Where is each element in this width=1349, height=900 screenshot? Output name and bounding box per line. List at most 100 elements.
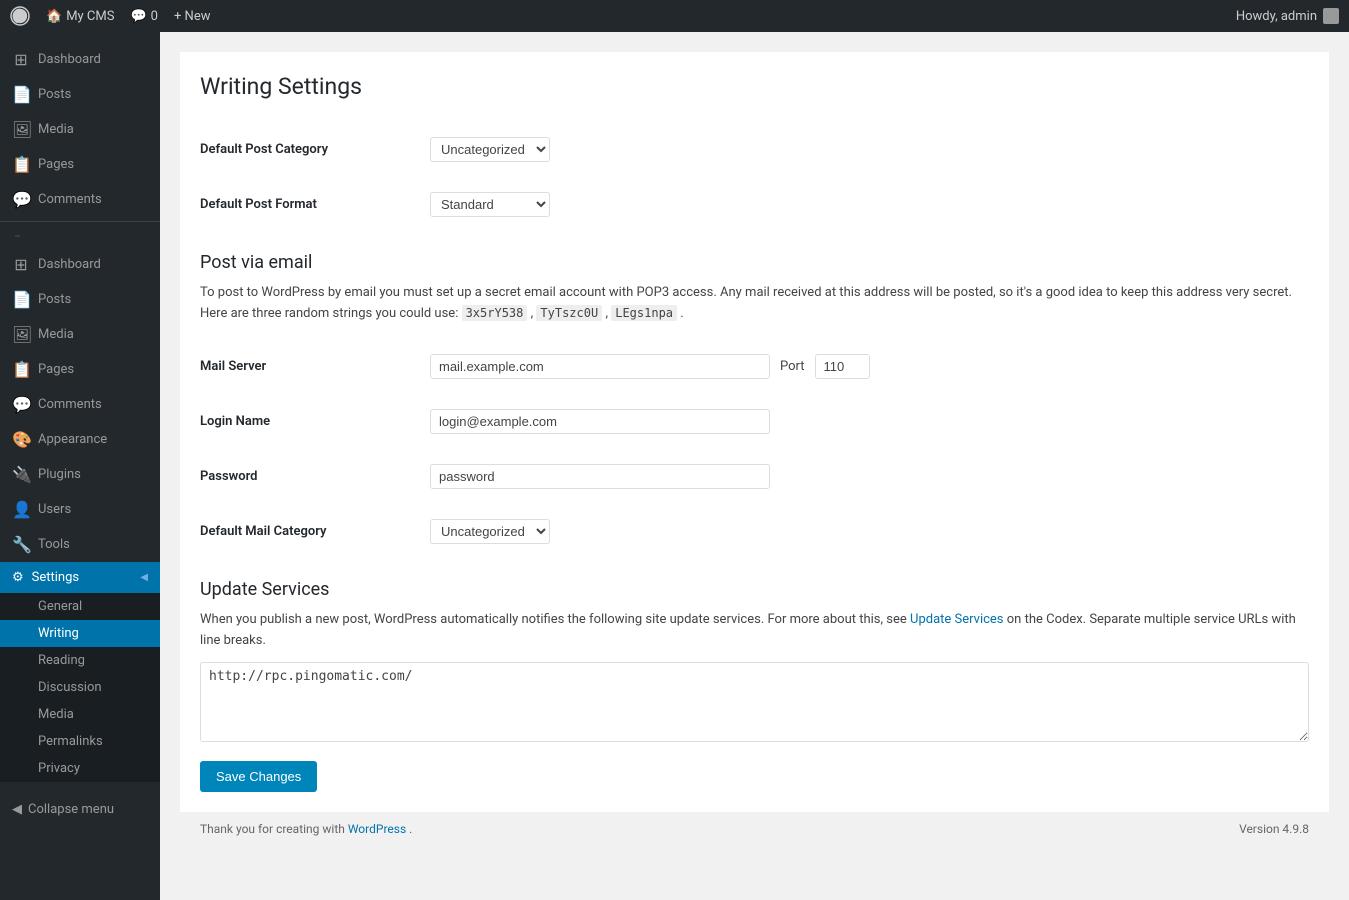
submenu-item-general[interactable]: General bbox=[0, 593, 160, 620]
post-via-email-desc: To post to WordPress by email you must s… bbox=[200, 283, 1309, 325]
default-post-category-label: Default Post Category bbox=[200, 122, 420, 177]
update-services-title: Update Services bbox=[200, 579, 1309, 600]
port-label: Port bbox=[780, 359, 805, 374]
sidebar-label-pages: Pages bbox=[38, 157, 74, 172]
mail-server-row: Port bbox=[430, 354, 1299, 379]
wordpress-link[interactable]: WordPress bbox=[348, 822, 406, 836]
default-post-format-select[interactable]: Standard bbox=[430, 192, 550, 217]
sidebar-label-plugins: Plugins bbox=[38, 467, 81, 482]
page-title: Writing Settings bbox=[200, 72, 1309, 102]
sidebar-item-tools[interactable]: 🔧 Tools bbox=[0, 527, 160, 562]
users-icon: 👤 bbox=[12, 500, 30, 519]
media-icon: 🖼 bbox=[12, 120, 30, 139]
submenu-item-reading[interactable]: Reading bbox=[0, 647, 160, 674]
sidebar-label-media2: Media bbox=[38, 327, 74, 342]
sidebar-item-posts[interactable]: 📄 Posts bbox=[0, 77, 160, 112]
sidebar-item-users[interactable]: 👤 Users bbox=[0, 492, 160, 527]
random-string-3: LEgs1npa bbox=[611, 305, 677, 321]
appearance-icon: 🎨 bbox=[12, 430, 30, 449]
mail-server-input[interactable] bbox=[430, 354, 770, 379]
sidebar: ⊞ Dashboard 📄 Posts 🖼 Media 📋 Pages 💬 Co… bbox=[0, 32, 160, 900]
default-post-format-label: Default Post Format bbox=[200, 177, 420, 232]
sidebar-item-media2[interactable]: 🖼 Media bbox=[0, 317, 160, 352]
new-label: + New bbox=[174, 9, 211, 24]
avatar bbox=[1323, 8, 1339, 24]
media2-icon: 🖼 bbox=[12, 325, 30, 344]
email-settings-table: Mail Server Port Login Name bbox=[200, 339, 1309, 559]
sidebar-settings-group: ⚙ Settings ◀ General Writing Reading Dis… bbox=[0, 562, 160, 782]
adminbar-new[interactable]: + New bbox=[166, 9, 219, 24]
home-icon: 🏠 bbox=[46, 9, 62, 24]
dashboard-icon: ⊞ bbox=[12, 50, 30, 69]
table-row-default-post-category: Default Post Category Uncategorized bbox=[200, 122, 1309, 177]
sidebar-label-comments: Comments bbox=[38, 192, 102, 207]
sidebar-label-users: Users bbox=[38, 502, 71, 517]
main-content: Writing Settings Default Post Category U… bbox=[160, 32, 1349, 900]
sidebar-item-dashboard[interactable]: ⊞ Dashboard bbox=[0, 42, 160, 77]
footer-period: . bbox=[409, 822, 412, 836]
sidebar-item-settings[interactable]: ⚙ Settings ◀ bbox=[0, 562, 160, 593]
submenu-item-privacy[interactable]: Privacy bbox=[0, 755, 160, 782]
login-name-label: Login Name bbox=[200, 394, 420, 449]
table-row-login-name: Login Name bbox=[200, 394, 1309, 449]
post-via-email-title: Post via email bbox=[200, 252, 1309, 273]
pages2-icon: 📋 bbox=[12, 360, 30, 379]
sidebar-item-comments2[interactable]: 💬 Comments bbox=[0, 387, 160, 422]
sidebar-item-media[interactable]: 🖼 Media bbox=[0, 112, 160, 147]
sidebar-item-comments[interactable]: 💬 Comments bbox=[0, 182, 160, 217]
settings-icon: ⚙ bbox=[12, 570, 24, 585]
chevron-right-icon: ◀ bbox=[140, 572, 148, 583]
default-mail-category-label: Default Mail Category bbox=[200, 504, 420, 559]
menu-separator bbox=[0, 221, 160, 222]
wp-logo[interactable] bbox=[10, 6, 30, 26]
adminbar-comments[interactable]: 💬 0 bbox=[122, 9, 166, 24]
table-row-default-post-format: Default Post Format Standard bbox=[200, 177, 1309, 232]
mail-server-label: Mail Server bbox=[200, 339, 420, 394]
content-wrap: Writing Settings Default Post Category U… bbox=[180, 52, 1329, 812]
table-row-default-mail-category: Default Mail Category Uncategorized bbox=[200, 504, 1309, 559]
default-mail-category-select[interactable]: Uncategorized bbox=[430, 519, 550, 544]
update-services-link[interactable]: Update Services bbox=[910, 612, 1004, 627]
plugins-icon: 🔌 bbox=[12, 465, 30, 484]
howdy-text: Howdy, admin bbox=[1236, 9, 1317, 24]
footer-left-text: Thank you for creating with bbox=[200, 822, 345, 836]
sidebar-label-dashboard: Dashboard bbox=[38, 52, 101, 67]
comments2-icon: 💬 bbox=[12, 395, 30, 414]
sidebar-item-plugins[interactable]: 🔌 Plugins bbox=[0, 457, 160, 492]
submit-section: Save Changes bbox=[200, 746, 1309, 792]
sidebar-item-pages[interactable]: 📋 Pages bbox=[0, 147, 160, 182]
posts2-icon: 📄 bbox=[12, 290, 30, 309]
password-input[interactable] bbox=[430, 464, 770, 489]
submenu-item-writing[interactable]: Writing bbox=[0, 620, 160, 647]
comments-count: 0 bbox=[151, 9, 158, 24]
period: . bbox=[680, 306, 683, 321]
table-row-mail-server: Mail Server Port bbox=[200, 339, 1309, 394]
sidebar-item-appearance[interactable]: 🎨 Appearance bbox=[0, 422, 160, 457]
sidebar-label-comments2: Comments bbox=[38, 397, 102, 412]
submenu-item-discussion[interactable]: Discussion bbox=[0, 674, 160, 701]
default-post-category-select[interactable]: Uncategorized bbox=[430, 137, 550, 162]
table-row-password: Password bbox=[200, 449, 1309, 504]
pages-icon: 📋 bbox=[12, 155, 30, 174]
sidebar-label-posts: Posts bbox=[38, 87, 71, 102]
update-services-desc: When you publish a new post, WordPress a… bbox=[200, 610, 1309, 652]
sidebar-label-posts2: Posts bbox=[38, 292, 71, 307]
comment-icon: 💬 bbox=[130, 9, 146, 24]
sidebar-item-pages2[interactable]: 📋 Pages bbox=[0, 352, 160, 387]
collapse-icon: ◀ bbox=[12, 802, 22, 817]
submenu-item-media[interactable]: Media bbox=[0, 701, 160, 728]
collapse-menu-button[interactable]: ◀ Collapse menu bbox=[0, 792, 160, 827]
sidebar-label-dashboard2: Dashboard bbox=[38, 257, 101, 272]
adminbar-site-link[interactable]: 🏠 My CMS bbox=[38, 9, 122, 24]
sidebar-item-dashboard2[interactable]: ⊞ Dashboard bbox=[0, 247, 160, 282]
post-via-email-desc-text: To post to WordPress by email you must s… bbox=[200, 285, 1292, 321]
save-changes-button[interactable]: Save Changes bbox=[200, 761, 317, 792]
dashboard2-icon: ⊞ bbox=[12, 255, 30, 274]
update-services-textarea[interactable]: http://rpc.pingomatic.com/ bbox=[200, 662, 1309, 742]
port-input[interactable] bbox=[815, 354, 870, 379]
sidebar-item-posts2[interactable]: 📄 Posts bbox=[0, 282, 160, 317]
submenu-item-permalinks[interactable]: Permalinks bbox=[0, 728, 160, 755]
site-name: My CMS bbox=[66, 9, 114, 24]
sidebar-label-pages2: Pages bbox=[38, 362, 74, 377]
login-name-input[interactable] bbox=[430, 409, 770, 434]
